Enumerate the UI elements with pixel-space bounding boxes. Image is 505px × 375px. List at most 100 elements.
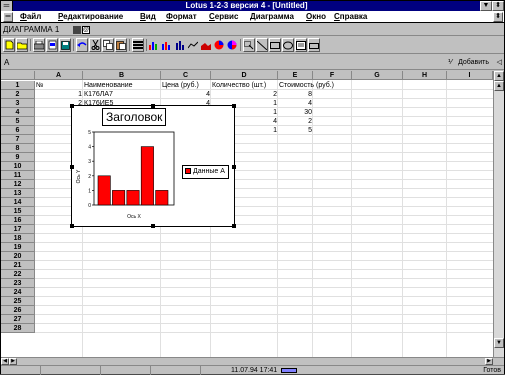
row-header[interactable]: 10 [1, 162, 35, 171]
pie-chart-icon[interactable] [213, 38, 225, 52]
table-cell[interactable]: 8 [278, 90, 313, 99]
resize-handle[interactable] [151, 224, 155, 228]
3d-bar-icon[interactable] [174, 38, 186, 52]
tab-split-icon[interactable]: ⅟ [448, 58, 452, 66]
row-header[interactable]: 5 [1, 117, 35, 126]
row-header[interactable]: 26 [1, 306, 35, 315]
row-header[interactable]: 7 [1, 135, 35, 144]
column-header[interactable]: I [447, 71, 493, 80]
row-header[interactable]: 16 [1, 216, 35, 225]
stacked-bar-icon[interactable] [161, 38, 173, 52]
row-header[interactable]: 18 [1, 234, 35, 243]
menu-edit[interactable]: Редактирование [58, 11, 123, 23]
table-cell[interactable]: 1 [35, 90, 83, 99]
preview-icon[interactable] [46, 38, 58, 52]
row-header[interactable]: 24 [1, 288, 35, 297]
new-file-icon[interactable] [3, 38, 15, 52]
save-icon[interactable] [59, 38, 71, 52]
column-header[interactable]: D [211, 71, 278, 80]
menu-window[interactable]: Окно [306, 11, 326, 23]
draw-rectangle-icon[interactable] [269, 38, 281, 52]
chart-type-icon[interactable] [132, 38, 144, 52]
row-header[interactable]: 21 [1, 261, 35, 270]
column-header[interactable]: H [403, 71, 447, 80]
column-header[interactable]: G [352, 71, 403, 80]
vertical-scrollbar[interactable]: ▲ ▲ ▼ [493, 71, 504, 357]
area-chart-icon[interactable] [200, 38, 212, 52]
menu-tools[interactable]: Сервис [209, 11, 238, 23]
chart-title[interactable]: Заголовок [102, 108, 167, 126]
undo-icon[interactable] [76, 38, 88, 52]
scroll-down-icon[interactable]: ▼ [494, 338, 504, 348]
scroll-up-icon[interactable]: ▲ [494, 71, 504, 81]
row-header[interactable]: 4 [1, 108, 35, 117]
resize-handle[interactable] [232, 224, 236, 228]
row-header[interactable]: 12 [1, 180, 35, 189]
table-header-cell[interactable]: Количество (шт.) [211, 81, 278, 90]
scroll-left-icon[interactable]: ◀ [1, 358, 9, 365]
at-function-icon[interactable]: @ [82, 26, 90, 34]
table-header-cell[interactable]: Стоимость (руб.) [278, 81, 334, 90]
resize-handle[interactable] [232, 165, 236, 169]
table-cell[interactable]: 5 [278, 126, 313, 135]
table-header-cell[interactable]: № [35, 81, 83, 90]
line-chart-icon[interactable] [187, 38, 199, 52]
row-header[interactable]: 14 [1, 198, 35, 207]
scroll-right-icon[interactable]: ▶ [9, 358, 17, 365]
select-all-corner[interactable] [1, 71, 35, 80]
print-icon[interactable] [33, 38, 45, 52]
minimize-icon[interactable]: ▼ [480, 1, 492, 11]
table-cell[interactable]: К176ЛА7 [83, 90, 161, 99]
column-header[interactable]: C [161, 71, 211, 80]
scroll-right-icon[interactable]: ▶ [485, 358, 493, 365]
resize-handle[interactable] [70, 104, 74, 108]
menu-help[interactable]: Справка [334, 11, 367, 23]
row-header[interactable]: 1 [1, 81, 35, 90]
keyboard-icon[interactable] [281, 368, 297, 373]
document-restore-icon[interactable]: ⬍ [493, 12, 503, 22]
table-cell[interactable]: 2 [211, 90, 278, 99]
chart-legend[interactable]: Данные А [182, 165, 229, 179]
row-header[interactable]: 13 [1, 189, 35, 198]
sheet-tab[interactable]: A [4, 58, 9, 67]
paste-icon[interactable] [115, 38, 127, 52]
row-header[interactable]: 23 [1, 279, 35, 288]
menu-view[interactable]: Вид [140, 11, 156, 23]
resize-handle[interactable] [232, 104, 236, 108]
resize-handle[interactable] [70, 224, 74, 228]
table-cell[interactable]: 30 [278, 108, 313, 117]
row-header[interactable]: 25 [1, 297, 35, 306]
document-menu-icon[interactable]: ═ [3, 12, 13, 22]
table-header-cell[interactable]: Цена (руб.) [161, 81, 211, 90]
table-cell[interactable]: 2 [278, 117, 313, 126]
system-menu-icon[interactable]: ═ [1, 1, 13, 11]
menu-format[interactable]: Формат [166, 11, 197, 23]
row-header[interactable]: 9 [1, 153, 35, 162]
menu-file[interactable]: Файл [20, 11, 41, 23]
row-header[interactable]: 27 [1, 315, 35, 324]
restore-icon[interactable]: ⬍ [492, 1, 504, 11]
bar-chart-icon[interactable] [148, 38, 160, 52]
embedded-chart[interactable]: Заголовок Данные А 0 1 2 3 4 5 Ось X Ось Y [70, 104, 236, 228]
row-header[interactable]: 20 [1, 252, 35, 261]
table-cell[interactable]: 4 [161, 90, 211, 99]
column-header[interactable]: A [35, 71, 83, 80]
column-header[interactable]: F [313, 71, 352, 80]
column-header[interactable]: E [278, 71, 313, 80]
copy-icon[interactable] [102, 38, 114, 52]
column-header[interactable]: B [83, 71, 161, 80]
row-header[interactable]: 8 [1, 144, 35, 153]
scroll-up-icon[interactable]: ▲ [494, 81, 504, 91]
3d-pie-chart-icon[interactable] [226, 38, 238, 52]
row-header[interactable]: 2 [1, 90, 35, 99]
row-header[interactable]: 22 [1, 270, 35, 279]
navigator-icon[interactable] [73, 26, 81, 34]
draw-line-icon[interactable] [256, 38, 268, 52]
draw-button-icon[interactable] [308, 38, 320, 52]
row-header[interactable]: 6 [1, 126, 35, 135]
open-folder-icon[interactable] [16, 38, 28, 52]
row-header[interactable]: 28 [1, 324, 35, 333]
row-header[interactable]: 3 [1, 99, 35, 108]
row-header[interactable]: 17 [1, 225, 35, 234]
text-block-icon[interactable] [295, 38, 307, 52]
